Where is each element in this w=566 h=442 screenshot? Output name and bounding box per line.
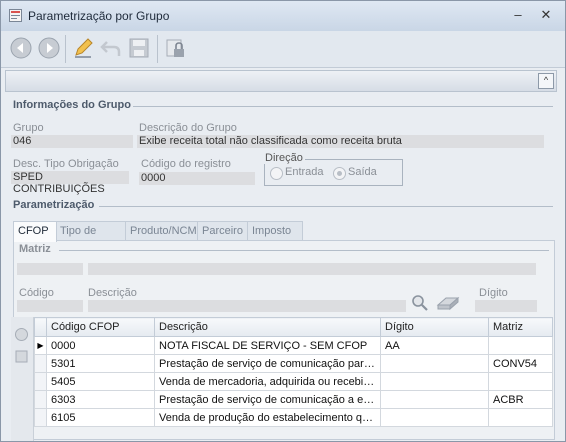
cell-codigo[interactable]: 5405 [46,372,155,391]
matriz-section-label: Matriz [19,243,51,255]
grid-remove-icon[interactable] [14,349,29,364]
cell-digito[interactable] [380,408,489,427]
row-indicator [34,372,47,391]
back-icon[interactable] [9,36,33,60]
toolbar [1,31,565,68]
cell-descricao[interactable]: NOTA FISCAL DE SERVIÇO - SEM CFOP [154,336,381,355]
tab-tipo-de-nota[interactable]: Tipo de Nota [55,221,127,256]
tipo-obrigacao-value: SPED CONTRIBUIÇÕES [13,171,105,195]
cell-codigo[interactable]: 0000 [46,336,155,355]
matriz-code-field[interactable] [17,263,83,275]
cell-descricao[interactable]: Venda de produção do estabelecimento que… [154,408,381,427]
cell-matriz[interactable] [488,408,553,427]
section-divider [133,106,553,107]
descricao-label: Descrição [88,287,137,299]
grupo-label: Grupo [13,122,44,134]
tab-cfop[interactable]: CFOP [13,221,57,242]
cell-digito[interactable] [380,390,489,409]
table-row[interactable]: ▶ 0000 NOTA FISCAL DE SERVIÇO - SEM CFOP… [34,336,553,355]
table-row[interactable]: 6303 Prestação de serviço de comunicação… [34,390,553,409]
undo-icon[interactable] [99,36,123,60]
eraser-icon[interactable] [436,295,460,311]
close-button[interactable]: ✕ [537,7,555,25]
toolbar-separator [65,35,66,63]
title-bar: Parametrização por Grupo – ✕ [1,1,565,31]
codigo-registro-field[interactable]: 0000 [139,172,255,185]
collapse-up-icon[interactable]: ^ [538,73,554,89]
matriz-description-field[interactable] [88,263,536,275]
cell-digito[interactable]: AA [380,336,489,355]
row-indicator [34,354,47,373]
window-title: Parametrização por Grupo [28,9,170,23]
table-row[interactable]: 6105 Venda de produção do estabeleciment… [34,408,553,427]
column-header-digito[interactable]: Dígito [380,317,489,337]
codigo-label: Código [19,287,54,299]
table-row[interactable]: 5301 Prestação de serviço de comunicação… [34,354,553,373]
save-icon[interactable] [127,36,151,60]
main-window: Parametrização por Grupo – ✕ ^ Informaçõ… [0,0,566,442]
cell-codigo[interactable]: 6303 [46,390,155,409]
section-divider [59,250,549,251]
tipo-obrigacao-field[interactable]: SPED CONTRIBUIÇÕES [11,171,129,195]
cell-matriz[interactable] [488,336,553,355]
entrada-radio[interactable] [270,167,283,180]
grupo-field[interactable]: 046 [11,135,133,148]
table-row[interactable]: 5405 Venda de mercadoria, adquirida ou r… [34,372,553,391]
search-icon[interactable] [411,294,429,312]
toolbar-separator [157,35,158,63]
saida-radio[interactable] [333,167,346,180]
descricao-field[interactable] [88,300,406,312]
tab-imposto[interactable]: Imposto [247,221,303,241]
current-row-indicator-icon: ▶ [34,336,47,355]
entrada-label: Entrada [285,166,324,178]
digito-field[interactable] [475,300,537,312]
cell-descricao[interactable]: Venda de mercadoria, adquirida ou recebi… [154,372,381,391]
descricao-grupo-value: Exibe receita total não classificada com… [139,135,402,147]
cell-descricao[interactable]: Prestação de serviço de comunicação a es… [154,390,381,409]
codigo-field[interactable] [17,300,83,312]
cell-matriz[interactable]: ACBR [488,390,553,409]
grid-header-row: Código CFOP Descrição Dígito Matriz [34,317,553,337]
cell-digito[interactable] [380,354,489,373]
grupo-value: 046 [13,135,32,147]
column-header-codigo-cfop[interactable]: Código CFOP [46,317,155,337]
tab-produto-ncm[interactable]: Produto/NCM [125,221,201,241]
descricao-grupo-field[interactable]: Exibe receita total não classificada com… [137,135,544,148]
tipo-obrigacao-label: Desc. Tipo Obrigação [13,158,119,170]
section-divider [99,206,553,207]
cell-codigo[interactable]: 5301 [46,354,155,373]
collapse-band: ^ [5,70,557,92]
cfop-grid: Código CFOP Descrição Dígito Matriz ▶ 00… [34,317,553,427]
cell-codigo[interactable]: 6105 [46,408,155,427]
cell-matriz[interactable]: CONV54 [488,354,553,373]
lock-icon[interactable] [163,36,187,60]
row-indicator [34,408,47,427]
saida-label: Saída [348,166,377,178]
cell-digito[interactable] [380,372,489,391]
digito-label: Dígito [479,287,508,299]
forward-icon[interactable] [37,36,61,60]
column-header-matriz[interactable]: Matriz [488,317,553,337]
app-icon [9,9,22,22]
direcao-label: Direção [263,152,305,164]
param-section-title: Parametrização [13,199,95,211]
direcao-group: Direção Entrada Saída [263,152,403,186]
row-indicator [34,390,47,409]
edit-icon[interactable] [71,36,95,60]
column-header-descricao[interactable]: Descrição [154,317,381,337]
descricao-grupo-label: Descrição do Grupo [139,122,237,134]
codigo-registro-value: 0000 [141,172,166,184]
minimize-button[interactable]: – [509,7,527,25]
codigo-registro-label: Código do registro [141,158,231,170]
tab-parceiro[interactable]: Parceiro [197,221,251,241]
grid-side-toolbar [11,317,34,441]
cell-matriz[interactable] [488,372,553,391]
cell-descricao[interactable]: Prestação de serviço de comunicação para… [154,354,381,373]
grupo-section-title: Informações do Grupo [13,99,131,111]
grid-indicator-header [34,317,47,337]
grid-add-icon[interactable] [14,327,29,342]
